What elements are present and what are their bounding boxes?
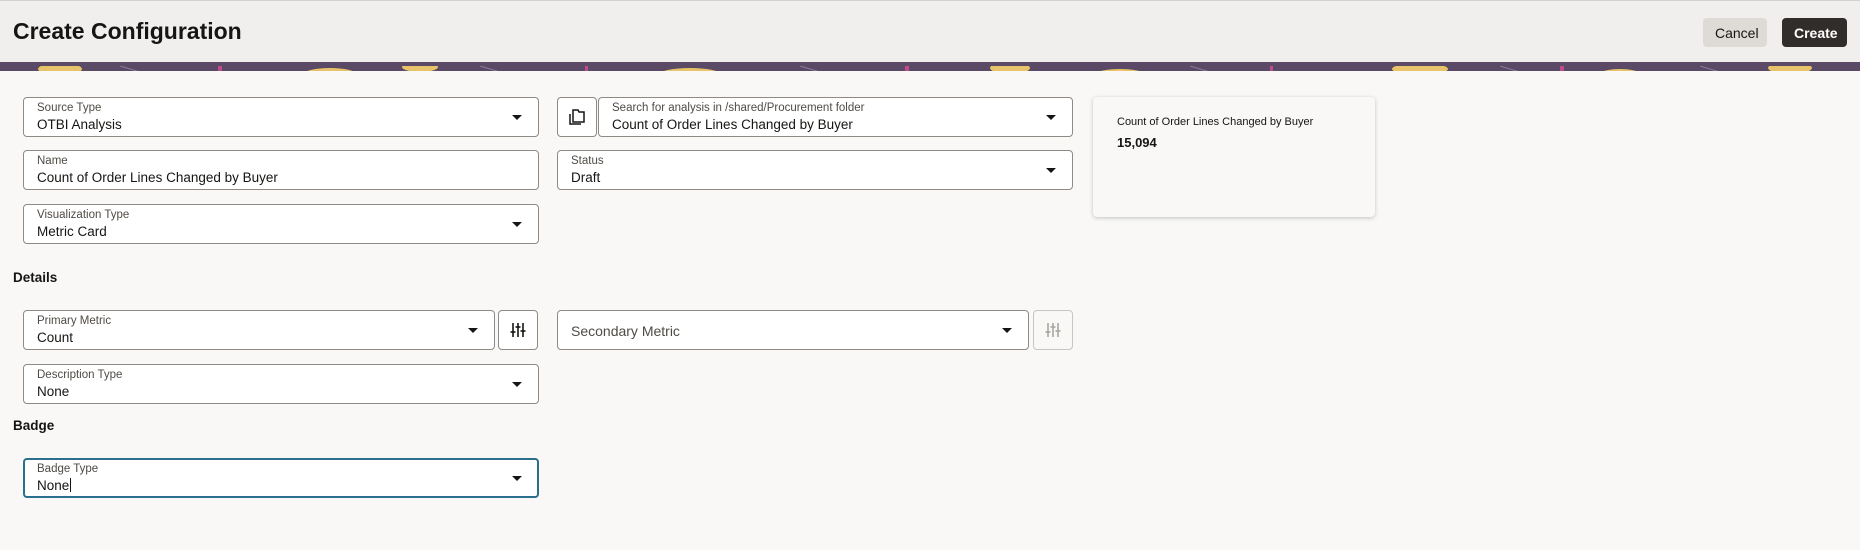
sliders-icon xyxy=(510,323,526,337)
decorative-banner xyxy=(0,62,1860,71)
page-title: Create Configuration xyxy=(13,18,242,44)
description-type-value: None xyxy=(37,384,70,399)
create-button[interactable]: Create xyxy=(1782,18,1847,47)
status-label: Status xyxy=(571,155,604,167)
preview-value: 15,094 xyxy=(1117,135,1157,150)
preview-title: Count of Order Lines Changed by Buyer xyxy=(1117,116,1314,128)
primary-metric-value: Count xyxy=(37,330,74,345)
analysis-search-label: Search for analysis in /shared/Procureme… xyxy=(612,102,865,114)
chevron-down-icon xyxy=(468,328,478,333)
badge-heading: Badge xyxy=(13,418,55,433)
secondary-metric-settings-button[interactable] xyxy=(1033,310,1073,350)
visualization-type-value: Metric Card xyxy=(37,224,107,239)
analysis-search-select[interactable]: Search for analysis in /shared/Procureme… xyxy=(598,97,1073,137)
page-header: Create Configuration Cancel Create xyxy=(0,0,1860,62)
chevron-down-icon xyxy=(512,476,522,481)
source-type-value: OTBI Analysis xyxy=(37,117,122,132)
primary-metric-label: Primary Metric xyxy=(37,315,112,327)
visualization-type-label: Visualization Type xyxy=(37,209,130,221)
details-heading: Details xyxy=(13,270,58,285)
badge-type-value: None xyxy=(37,478,72,493)
status-value: Draft xyxy=(571,170,601,185)
badge-type-select[interactable]: Badge Type None xyxy=(23,458,539,498)
visualization-type-select[interactable]: Visualization Type Metric Card xyxy=(23,204,539,244)
primary-metric-settings-button[interactable] xyxy=(498,310,538,350)
metric-card-preview: Count of Order Lines Changed by Buyer 15… xyxy=(1093,97,1375,217)
chevron-down-icon xyxy=(1046,168,1056,173)
source-type-select[interactable]: Source Type OTBI Analysis xyxy=(23,97,539,137)
secondary-metric-select[interactable]: Secondary Metric xyxy=(557,310,1029,350)
analysis-search-value: Count of Order Lines Changed by Buyer xyxy=(612,117,853,132)
secondary-metric-placeholder: Secondary Metric xyxy=(571,323,680,339)
folder-browse-icon xyxy=(569,109,585,125)
name-label: Name xyxy=(37,155,68,167)
chevron-down-icon xyxy=(1002,328,1012,333)
description-type-select[interactable]: Description Type None xyxy=(23,364,539,404)
cancel-button[interactable]: Cancel xyxy=(1703,18,1767,47)
sliders-icon xyxy=(1045,323,1061,337)
browse-analysis-button[interactable] xyxy=(557,97,597,137)
text-cursor xyxy=(70,478,72,492)
name-field[interactable]: Name Count of Order Lines Changed by Buy… xyxy=(23,150,539,190)
name-value: Count of Order Lines Changed by Buyer xyxy=(37,170,278,185)
chevron-down-icon xyxy=(512,115,522,120)
badge-type-label: Badge Type xyxy=(37,463,99,475)
chevron-down-icon xyxy=(1046,115,1056,120)
source-type-label: Source Type xyxy=(37,102,102,114)
status-select[interactable]: Status Draft xyxy=(557,150,1073,190)
chevron-down-icon xyxy=(512,382,522,387)
chevron-down-icon xyxy=(512,222,522,227)
primary-metric-select[interactable]: Primary Metric Count xyxy=(23,310,495,350)
description-type-label: Description Type xyxy=(37,369,123,381)
